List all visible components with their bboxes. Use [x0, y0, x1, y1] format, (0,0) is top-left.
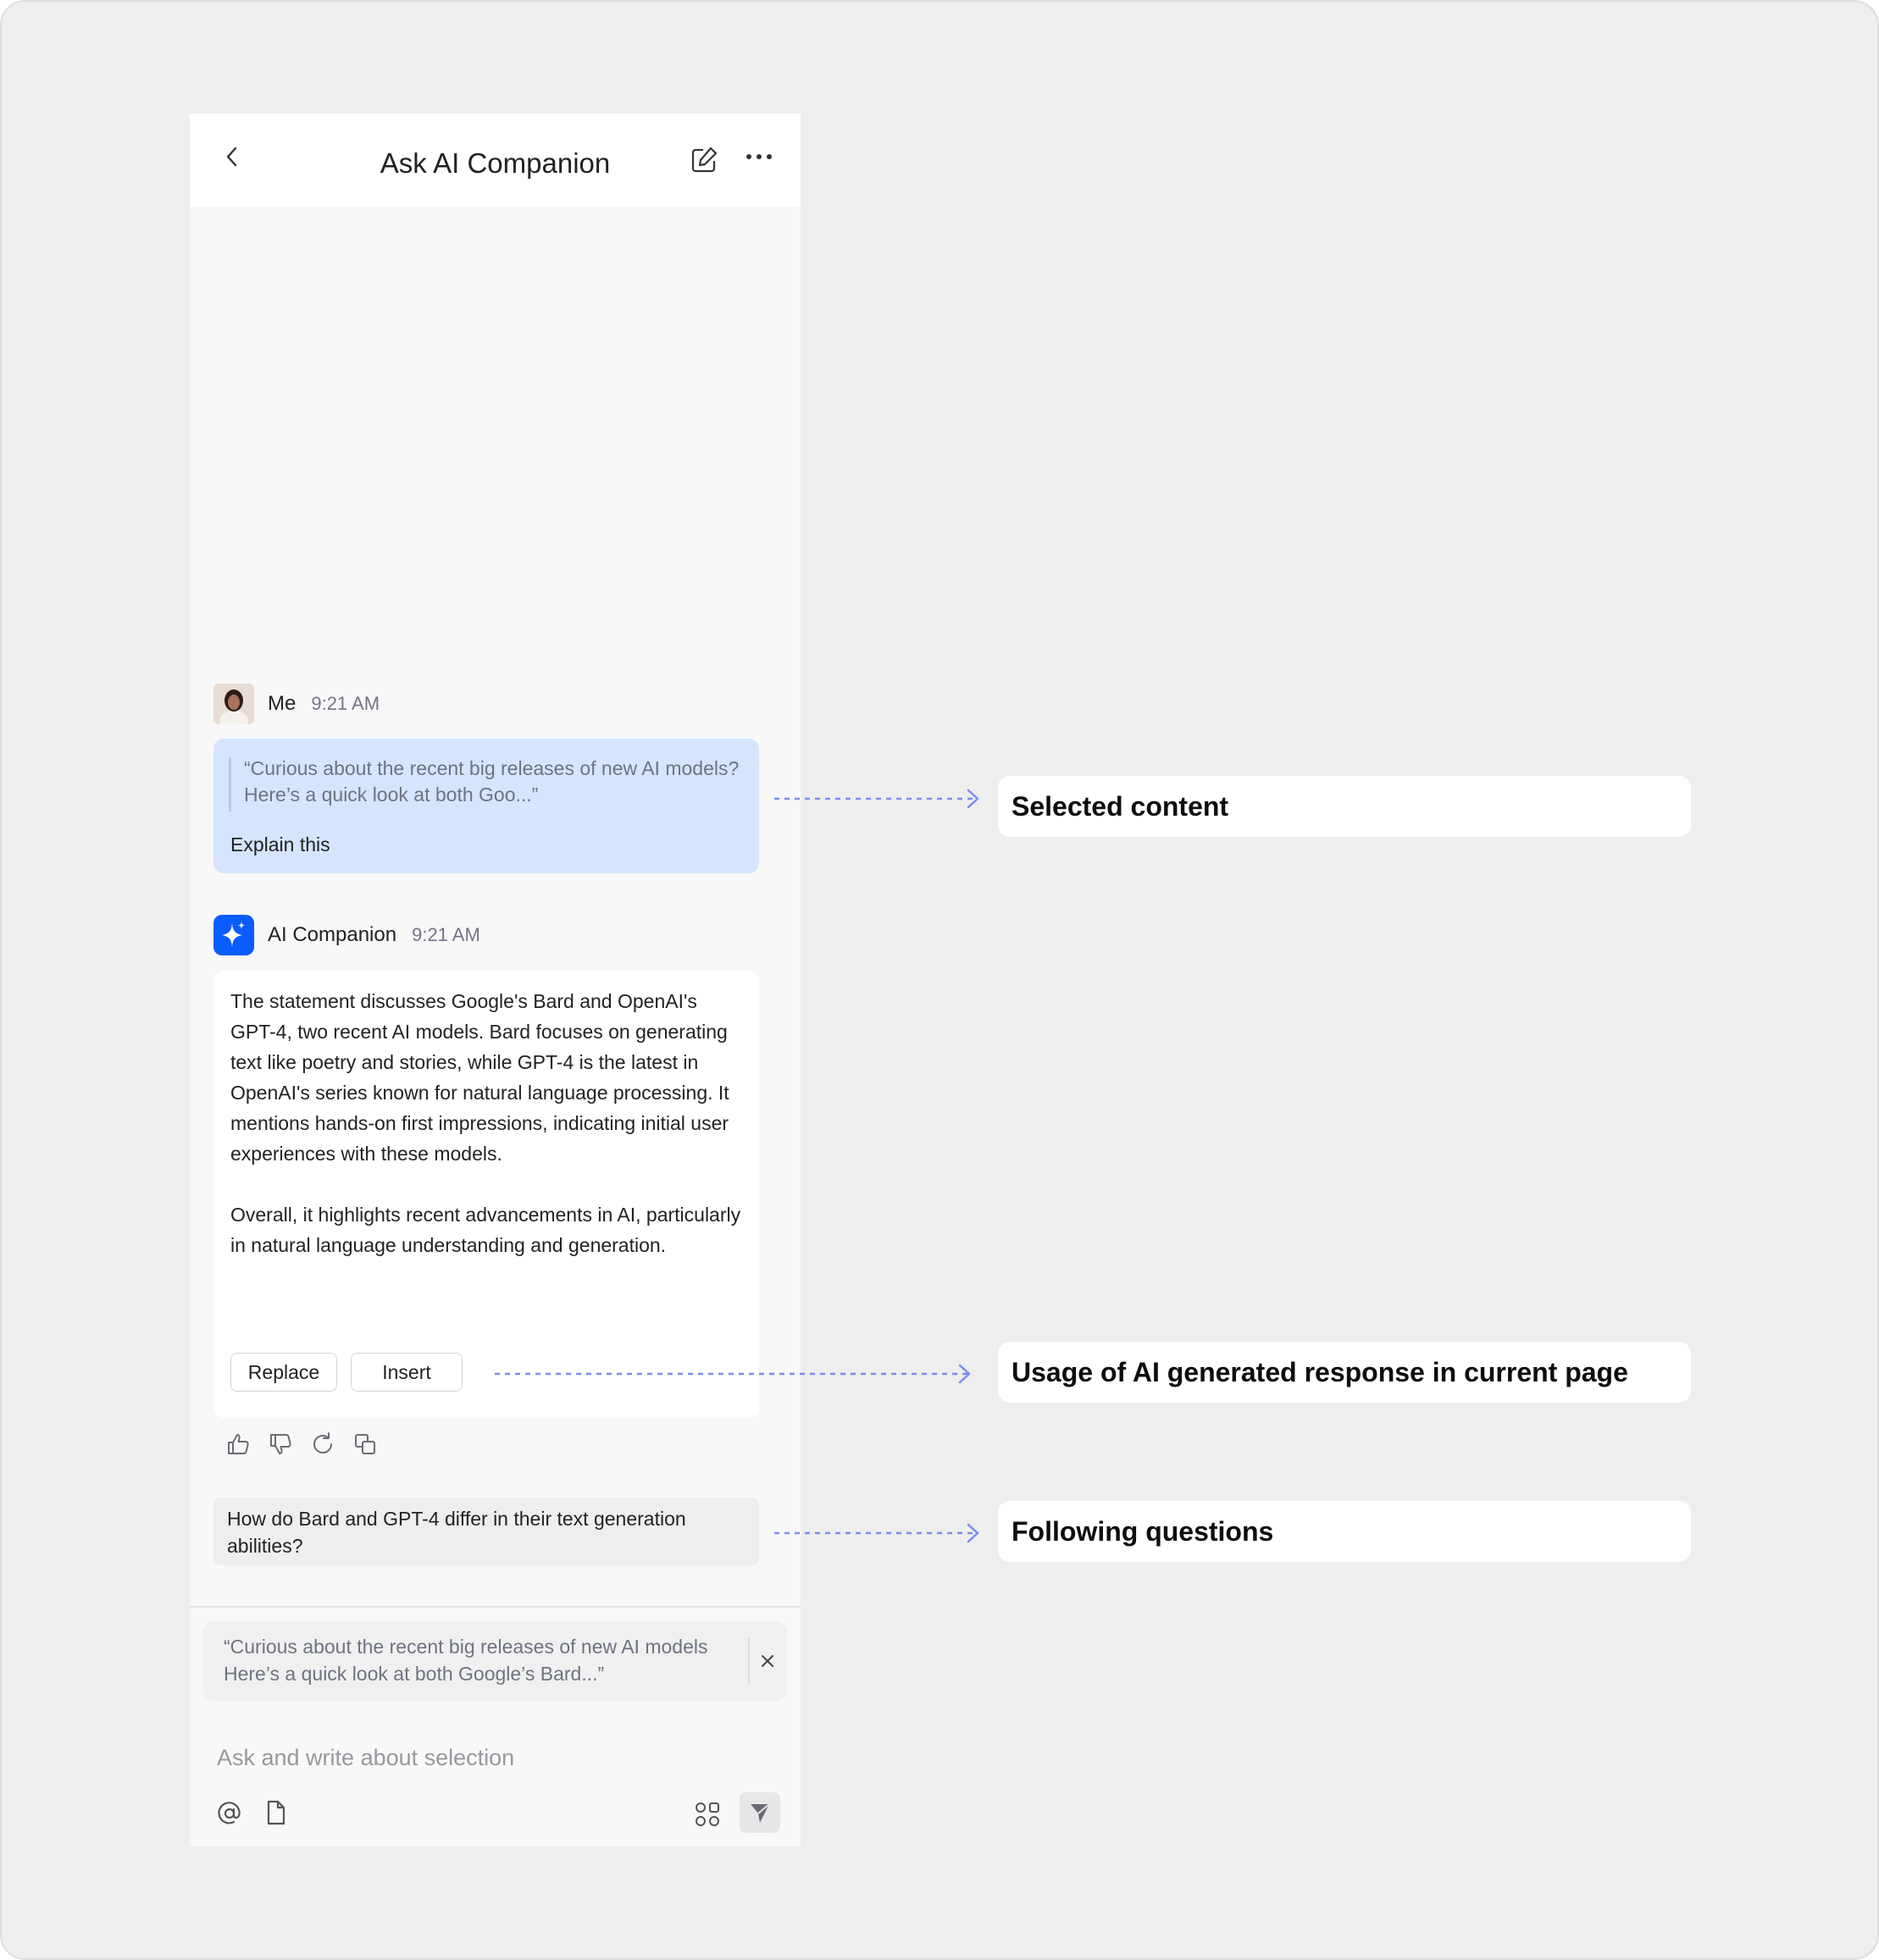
- selected-quote: “Curious about the recent big releases o…: [244, 757, 740, 806]
- new-chat-icon[interactable]: [690, 146, 718, 174]
- message-time: 9:21 AM: [412, 924, 480, 945]
- response-paragraph: The statement discusses Google's Bard an…: [230, 990, 729, 1165]
- annotation-following-questions: Following questions: [998, 1501, 1691, 1562]
- ai-response-text: The statement discusses Google's Bard an…: [230, 986, 747, 1260]
- document-icon[interactable]: [264, 1799, 288, 1826]
- message-time: 9:21 AM: [311, 693, 380, 714]
- user-prompt: Explain this: [230, 833, 330, 855]
- ai-message-header: AI Companion 9:21 AM: [213, 915, 480, 955]
- more-icon[interactable]: [746, 151, 773, 163]
- user-message-bubble: “Curious about the recent big releases o…: [213, 739, 759, 873]
- annotation-usage: Usage of AI generated response in curren…: [998, 1342, 1691, 1403]
- sparkle-icon: [213, 915, 254, 955]
- regenerate-icon[interactable]: [310, 1431, 335, 1457]
- selection-separator: [748, 1638, 750, 1684]
- suggested-question[interactable]: How do Bard and GPT-4 differ in their te…: [213, 1498, 759, 1565]
- selection-text: “Curious about the recent big releases o…: [224, 1636, 708, 1685]
- avatar: [213, 684, 254, 724]
- copy-icon[interactable]: [352, 1431, 378, 1457]
- apps-icon[interactable]: [694, 1801, 721, 1828]
- close-icon[interactable]: [759, 1653, 776, 1669]
- connector-usage: [495, 1364, 971, 1384]
- send-icon: [751, 1803, 770, 1823]
- composer-divider: [190, 1606, 801, 1608]
- insert-button[interactable]: Insert: [351, 1353, 463, 1392]
- send-button[interactable]: [740, 1792, 780, 1833]
- selection-chip: “Curious about the recent big releases o…: [203, 1621, 787, 1701]
- thumbs-down-icon[interactable]: [268, 1431, 293, 1457]
- thumbs-up-icon[interactable]: [225, 1431, 251, 1457]
- connector-selected-content: [774, 789, 979, 809]
- ai-companion-panel: Ask AI Companion Me 9:21 AM “Curious abo…: [190, 114, 801, 1846]
- composer-input[interactable]: Ask and write about selection: [217, 1745, 514, 1771]
- replace-button[interactable]: Replace: [230, 1353, 337, 1392]
- panel-header: Ask AI Companion: [190, 114, 801, 207]
- annotation-selected-content: Selected content: [998, 776, 1691, 837]
- mention-icon[interactable]: [217, 1801, 242, 1826]
- sender-name: Me: [268, 692, 297, 715]
- sender-name: AI Companion: [268, 923, 397, 946]
- quote-bar: [229, 757, 231, 811]
- connector-following-questions: [774, 1523, 979, 1543]
- ai-response-card: The statement discusses Google's Bard an…: [213, 971, 759, 1418]
- user-message-header: Me 9:21 AM: [213, 684, 380, 724]
- response-paragraph: Overall, it highlights recent advancemen…: [230, 1204, 741, 1256]
